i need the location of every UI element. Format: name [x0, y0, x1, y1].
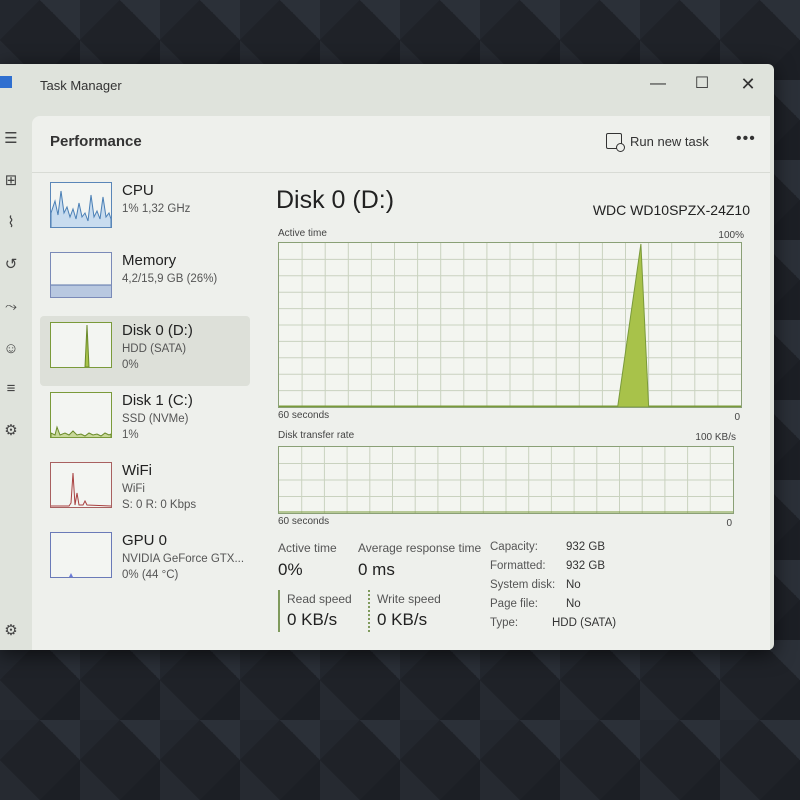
active-time-chart — [278, 242, 742, 408]
active-time-chart-max: 100% — [718, 230, 744, 241]
avg-response-value: 0 ms — [358, 560, 395, 579]
write-speed-value: 0 KB/s — [377, 610, 428, 629]
write-speed-marker — [368, 590, 370, 632]
active-time-label: Active time — [278, 541, 337, 555]
run-new-task-label: Run new task — [630, 133, 709, 149]
device-name: WiFi — [122, 462, 152, 479]
device-name: Disk 0 (D:) — [122, 322, 193, 339]
settings-icon[interactable]: ⚙ — [0, 620, 22, 642]
device-item-memory[interactable]: Memory 4,2/15,9 GB (26%) — [40, 246, 250, 316]
window-title: Task Manager — [40, 78, 122, 93]
users-icon[interactable]: ☺ — [0, 338, 22, 360]
device-detail: 4,2/15,9 GB (26%) — [122, 273, 218, 285]
hamburger-menu-icon[interactable]: ☰ — [0, 128, 22, 150]
device-detail: SSD (NVMe) — [122, 413, 189, 425]
cpu-thumbnail — [50, 182, 112, 228]
details-icon[interactable]: ≡ — [0, 378, 22, 400]
task-manager-window: Task Manager — ☐ ✕ ☰ ⊞ ⌇ ↺ ⤳ ☺ ≡ ⚙ ⚙ Per… — [0, 64, 774, 650]
device-list: CPU 1% 1,32 GHz Memory 4,2/15,9 GB (26%) — [40, 176, 250, 596]
active-time-value: 0% — [278, 560, 303, 579]
device-item-disk-1[interactable]: Disk 1 (C:) SSD (NVMe) 1% — [40, 386, 250, 456]
device-item-disk-0[interactable]: Disk 0 (D:) HDD (SATA) 0% — [40, 316, 250, 386]
active-time-chart-label: Active time — [278, 228, 327, 239]
system-disk-value: No — [566, 579, 581, 591]
run-task-icon — [606, 133, 625, 152]
memory-thumbnail — [50, 252, 112, 298]
type-value: HDD (SATA) — [552, 617, 617, 629]
write-speed-label: Write speed — [377, 592, 441, 606]
disk-title: Disk 0 (D:) — [276, 186, 395, 214]
formatted-label: Formatted: — [490, 560, 546, 572]
performance-panel: Performance Run new task ••• CPU 1% 1,32… — [32, 116, 770, 650]
read-speed-label: Read speed — [287, 592, 352, 606]
device-name: GPU 0 — [122, 532, 168, 549]
nav-rail: ☰ ⊞ ⌇ ↺ ⤳ ☺ ≡ ⚙ ⚙ — [0, 108, 30, 650]
startup-apps-icon[interactable]: ⤳ — [0, 296, 22, 318]
avg-response-label: Average response time — [358, 541, 482, 555]
services-icon[interactable]: ⚙ — [0, 420, 22, 442]
processes-icon[interactable]: ⊞ — [0, 170, 22, 192]
device-detail: HDD (SATA) — [122, 343, 187, 355]
read-speed-marker — [278, 590, 280, 632]
formatted-value: 932 GB — [566, 560, 605, 572]
device-name: Memory — [122, 252, 177, 269]
active-time-plot — [278, 243, 742, 408]
device-item-cpu[interactable]: CPU 1% 1,32 GHz — [40, 176, 250, 246]
type-label: Type: — [490, 617, 519, 629]
disk-0-thumbnail — [50, 322, 112, 368]
device-usage: 0% (44 °C) — [122, 569, 179, 581]
transfer-rate-plot — [279, 447, 733, 513]
transfer-chart-span: 60 seconds — [278, 516, 330, 527]
transfer-chart-min: 0 — [726, 518, 732, 529]
device-item-wifi[interactable]: WiFi WiFi S: 0 R: 0 Kbps — [40, 456, 250, 526]
device-name: CPU — [122, 182, 154, 199]
capacity-value: 932 GB — [566, 541, 605, 553]
device-detail: 1% 1,32 GHz — [122, 203, 191, 215]
transfer-chart-max: 100 KB/s — [695, 432, 736, 443]
device-usage: S: 0 R: 0 Kbps — [122, 499, 197, 511]
disk-model: WDC WD10SPZX-24Z10 — [592, 202, 750, 218]
device-detail: WiFi — [122, 483, 145, 495]
wifi-thumbnail — [50, 462, 112, 508]
active-time-chart-span: 60 seconds — [278, 410, 330, 421]
read-speed-value: 0 KB/s — [287, 610, 338, 629]
system-disk-label: System disk: — [490, 579, 556, 591]
capacity-label: Capacity: — [490, 541, 538, 553]
device-usage: 0% — [122, 359, 139, 371]
page-title: Performance — [50, 133, 142, 150]
device-item-gpu-0[interactable]: GPU 0 NVIDIA GeForce GTX... 0% (44 °C) — [40, 526, 250, 596]
more-options-icon[interactable]: ••• — [736, 130, 756, 148]
run-new-task-button[interactable]: Run new task — [606, 133, 709, 152]
active-time-chart-min: 0 — [734, 412, 740, 423]
maximize-button[interactable]: ☐ — [682, 70, 722, 98]
device-detail: NVIDIA GeForce GTX... — [122, 553, 245, 565]
performance-icon[interactable]: ⌇ — [0, 212, 22, 234]
app-history-icon[interactable]: ↺ — [0, 254, 22, 276]
device-name: Disk 1 (C:) — [122, 392, 193, 409]
panel-header: Performance Run new task ••• — [32, 116, 770, 173]
app-icon — [0, 76, 12, 88]
transfer-chart-label: Disk transfer rate — [278, 430, 355, 441]
transfer-rate-chart — [278, 446, 734, 514]
title-bar: Task Manager — ☐ ✕ — [0, 64, 774, 108]
page-file-value: No — [566, 598, 581, 610]
minimize-button[interactable]: — — [638, 70, 678, 98]
disk-1-thumbnail — [50, 392, 112, 438]
page-file-label: Page file: — [490, 598, 538, 610]
device-usage: 1% — [122, 429, 139, 441]
close-button[interactable]: ✕ — [728, 70, 768, 98]
gpu-0-thumbnail — [50, 532, 112, 578]
